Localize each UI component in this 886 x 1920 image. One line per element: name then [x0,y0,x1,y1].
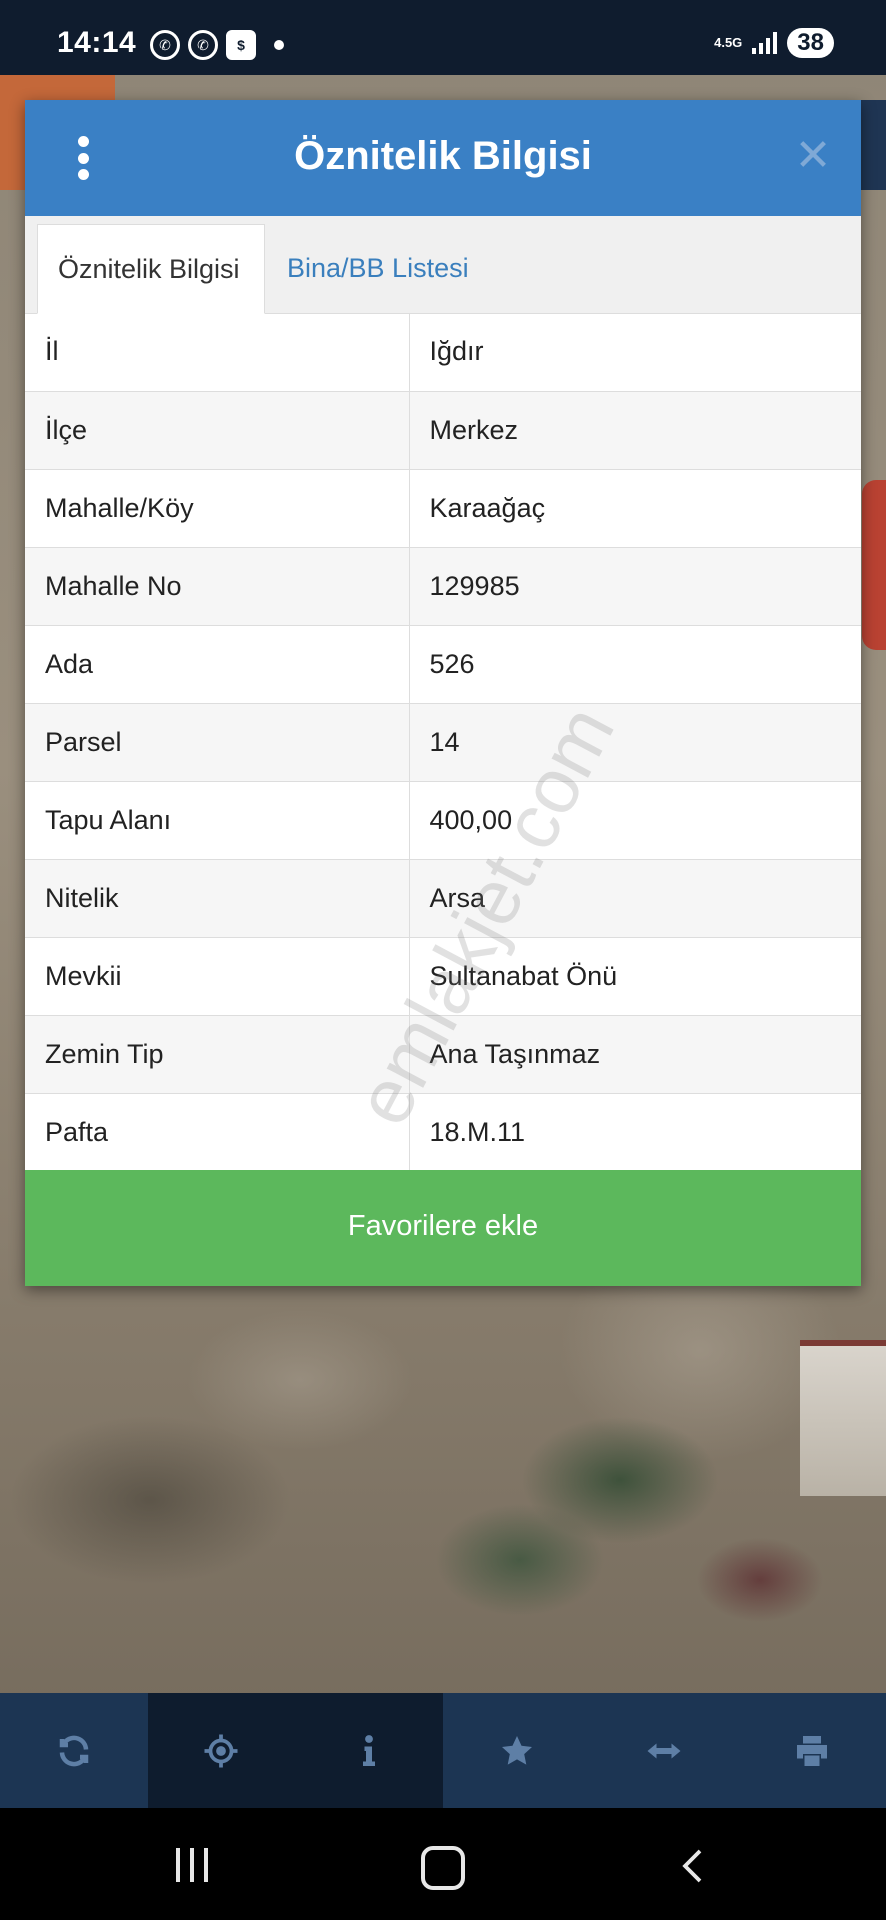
system-navigation-bar [0,1808,886,1920]
attribute-key: İl [25,313,410,392]
home-icon[interactable] [421,1846,465,1890]
refresh-icon[interactable] [0,1693,148,1808]
attribute-key: Zemin Tip [25,1015,410,1094]
whatsapp-business-icon: ✆ [188,30,218,60]
attribute-dialog: Öznitelik Bilgisi ✕ Öznitelik Bilgisi Bi… [25,100,861,1286]
status-right: 4.5G 38 [714,28,834,58]
attribute-key: Mahalle/Köy [25,469,410,548]
table-row: Mahalle No 129985 [25,547,861,626]
table-row: İl Iğdır [25,313,861,392]
attribute-value: Merkez [409,391,861,470]
attribute-value: 129985 [409,547,861,626]
crosshair-icon[interactable] [147,1693,296,1808]
attribute-value: 400,00 [409,781,861,860]
close-icon[interactable]: ✕ [793,134,833,178]
table-row: Nitelik Arsa [25,859,861,938]
notification-icons: ✆ ✆ $ [150,30,284,60]
signal-icon [752,32,778,54]
attribute-key: Ada [25,625,410,704]
attribute-value: 14 [409,703,861,782]
add-favorite-button[interactable]: Favorilere ekle [25,1170,861,1286]
tab-building-list[interactable]: Bina/BB Listesi [267,224,489,312]
attribute-value: Sultanabat Önü [409,937,861,1016]
whatsapp-icon: ✆ [150,30,180,60]
back-icon[interactable] [676,1848,712,1884]
table-row: İlçe Merkez [25,391,861,470]
dialog-header: Öznitelik Bilgisi ✕ [25,100,861,216]
dollar-app-icon: $ [226,30,256,60]
attribute-value: 18.M.11 [409,1093,861,1172]
table-row: Zemin Tip Ana Taşınmaz [25,1015,861,1094]
bottom-toolbar [0,1693,886,1808]
status-bar: 14:14 ✆ ✆ $ 4.5G 38 [0,0,886,75]
info-icon[interactable] [295,1693,443,1808]
table-row: Parsel 14 [25,703,861,782]
dot-icon [274,40,284,50]
attribute-key: Tapu Alanı [25,781,410,860]
star-icon[interactable] [443,1693,591,1808]
attribute-value: 526 [409,625,861,704]
measure-icon[interactable] [590,1693,738,1808]
table-row: Pafta 18.M.11 [25,1093,861,1172]
attribute-key: Nitelik [25,859,410,938]
table-row: Ada 526 [25,625,861,704]
table-row: Mahalle/Köy Karaağaç [25,469,861,548]
tabs-bar: Öznitelik Bilgisi Bina/BB Listesi [25,216,861,314]
attribute-key: Parsel [25,703,410,782]
dialog-title: Öznitelik Bilgisi [294,134,592,178]
attribute-value: Karaağaç [409,469,861,548]
tab-attribute-info[interactable]: Öznitelik Bilgisi [37,224,265,314]
table-row: Tapu Alanı 400,00 [25,781,861,860]
battery-level: 38 [787,28,834,58]
attribute-value: Ana Taşınmaz [409,1015,861,1094]
attribute-key: Mevkii [25,937,410,1016]
map-feature [862,480,886,650]
status-time: 14:14 [57,26,137,59]
app-header-edge-right [860,100,886,190]
table-row: Mevkii Sultanabat Önü [25,937,861,1016]
attribute-value: Arsa [409,859,861,938]
attribute-value: Iğdır [409,313,861,392]
attribute-key: İlçe [25,391,410,470]
print-icon[interactable] [738,1693,886,1808]
attribute-table: İl Iğdır İlçe Merkez Mahalle/Köy Karaağaç Maha… [25,313,861,1172]
map-building [800,1340,886,1496]
recent-apps-icon[interactable] [176,1848,208,1882]
attribute-key: Pafta [25,1093,410,1172]
attribute-key: Mahalle No [25,547,410,626]
network-type: 4.5G [714,35,743,50]
